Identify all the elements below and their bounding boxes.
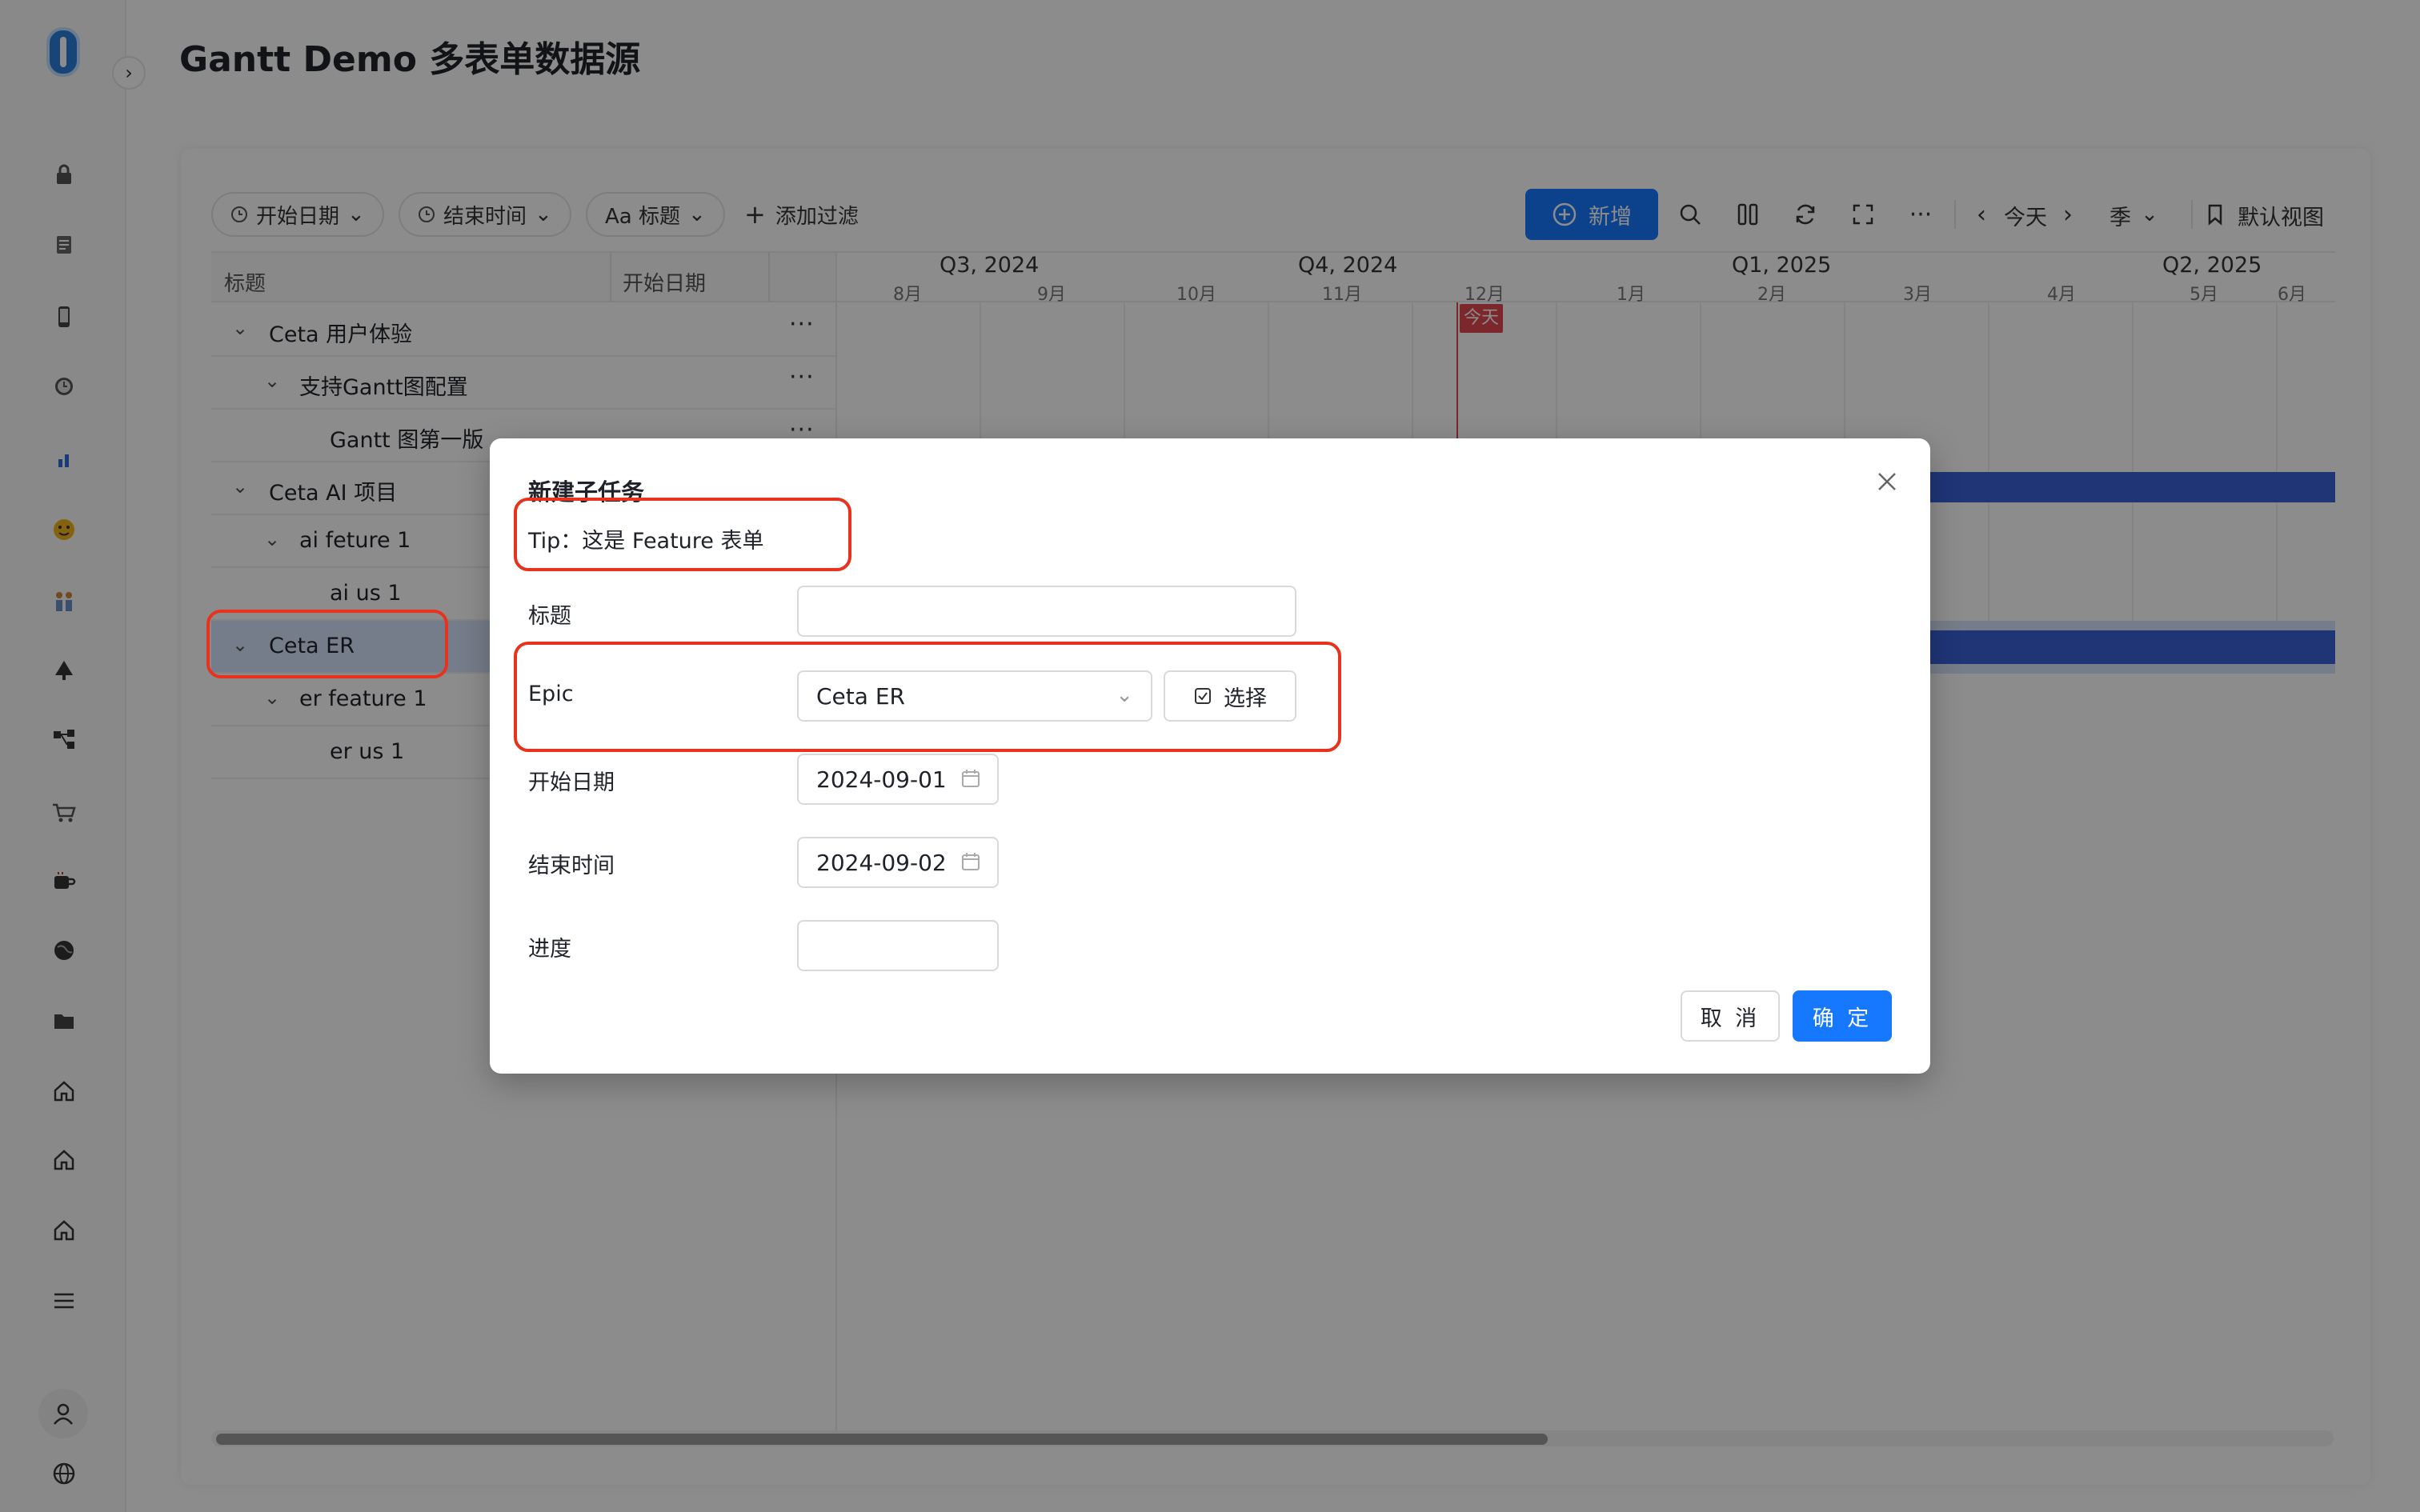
end-time-label: 结束时间 — [528, 854, 615, 878]
start-date-input[interactable]: 2024-09-01 — [797, 754, 999, 805]
start-date-label: 开始日期 — [528, 770, 615, 795]
annotation-tip-highlight — [514, 498, 851, 571]
end-time-value: 2024-09-02 — [816, 849, 947, 876]
calendar-icon — [960, 851, 981, 878]
annotation-epic-highlight — [514, 642, 1341, 752]
start-date-value: 2024-09-01 — [816, 766, 947, 793]
confirm-button[interactable]: 确 定 — [1793, 990, 1892, 1042]
title-label: 标题 — [528, 604, 571, 629]
calendar-icon — [960, 768, 981, 794]
annotation-row-highlight — [206, 610, 448, 678]
close-icon[interactable] — [1869, 464, 1905, 499]
cancel-button[interactable]: 取 消 — [1681, 990, 1780, 1042]
title-input[interactable] — [797, 586, 1296, 637]
progress-input[interactable] — [797, 920, 999, 971]
progress-label: 进度 — [528, 937, 571, 962]
end-time-input[interactable]: 2024-09-02 — [797, 837, 999, 888]
